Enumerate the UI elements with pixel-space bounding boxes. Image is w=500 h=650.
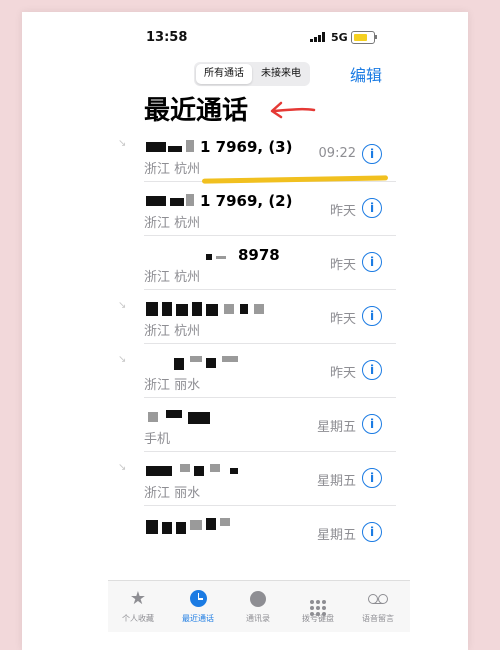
caller-location: 浙江 杭州 <box>144 216 201 231</box>
info-icon[interactable]: i <box>362 360 382 380</box>
tab-label: 最近通话 <box>182 614 214 623</box>
info-icon[interactable]: i <box>362 306 382 326</box>
page-title: 最近通话 <box>144 96 249 126</box>
tab-bar: ★ 个人收藏 最近通话 通讯录 拨号键盘 语音留言 <box>108 580 410 632</box>
status-time: 13:58 <box>146 30 188 45</box>
caller-name: 1 7969, (3) <box>200 138 293 156</box>
phone-screen: 13:58 5G 所有通话 未接来电 编辑 最近通话 ↘ 1 7969, (3)… <box>108 22 410 632</box>
caller-location: 浙江 杭州 <box>144 162 201 177</box>
outgoing-call-icon: ↘ <box>118 138 127 149</box>
call-row[interactable]: ↘ 浙江 杭州 昨天 i <box>108 290 410 344</box>
tab-label: 拨号键盘 <box>302 614 334 623</box>
call-row[interactable]: 手机 星期五 i <box>108 398 410 452</box>
segment-all-calls[interactable]: 所有通话 <box>196 64 252 84</box>
tab-label: 通讯录 <box>246 614 270 623</box>
info-icon[interactable]: i <box>362 252 382 272</box>
edit-button[interactable]: 编辑 <box>350 62 382 86</box>
call-filter-segmented: 所有通话 未接来电 <box>194 62 310 86</box>
call-time: 星期五 <box>316 528 356 543</box>
call-time: 昨天 <box>329 258 356 273</box>
clock-icon <box>189 590 207 607</box>
signal-icon <box>310 32 326 42</box>
outgoing-call-icon: ↘ <box>118 300 127 311</box>
call-time: 09:22 <box>318 146 356 161</box>
tab-label: 语音留言 <box>362 614 394 623</box>
call-row[interactable]: 8978 浙江 杭州 昨天 i <box>108 236 410 290</box>
call-row[interactable]: 星期五 i <box>108 506 410 560</box>
info-icon[interactable]: i <box>362 144 382 164</box>
person-icon <box>250 591 266 607</box>
caller-location: 浙江 丽水 <box>144 486 201 501</box>
caller-name: 1 7969, (2) <box>200 192 293 210</box>
tab-favorites[interactable]: ★ 个人收藏 <box>108 581 168 632</box>
annotation-arrow-icon <box>270 101 316 119</box>
caller-name: 8978 <box>238 246 280 264</box>
call-row[interactable]: ↘ 浙江 丽水 昨天 i <box>108 344 410 398</box>
star-icon: ★ <box>129 588 147 609</box>
call-time: 星期五 <box>316 474 356 489</box>
call-time: 昨天 <box>329 366 356 381</box>
battery-icon <box>351 31 375 44</box>
outgoing-call-icon: ↘ <box>118 354 127 365</box>
segment-missed-calls[interactable]: 未接来电 <box>254 64 308 84</box>
caller-location: 浙江 杭州 <box>144 324 201 339</box>
tab-keypad[interactable]: 拨号键盘 <box>288 581 348 632</box>
outgoing-call-icon: ↘ <box>118 462 127 473</box>
call-time: 昨天 <box>329 312 356 327</box>
caller-location: 浙江 丽水 <box>144 378 201 393</box>
call-row[interactable]: 1 7969, (2) 浙江 杭州 昨天 i <box>108 182 410 236</box>
tab-label: 个人收藏 <box>122 614 154 623</box>
tab-contacts[interactable]: 通讯录 <box>228 581 288 632</box>
caller-location: 手机 <box>144 432 171 447</box>
call-time: 昨天 <box>329 204 356 219</box>
tab-voicemail[interactable]: 语音留言 <box>348 581 408 632</box>
info-icon[interactable]: i <box>362 198 382 218</box>
call-row[interactable]: ↘ 1 7969, (3) 浙江 杭州 09:22 i <box>108 128 410 182</box>
caller-location: 浙江 杭州 <box>144 270 201 285</box>
call-row[interactable]: ↘ 浙江 丽水 星期五 i <box>108 452 410 506</box>
network-label: 5G <box>331 31 348 44</box>
call-time: 星期五 <box>316 420 356 435</box>
info-icon[interactable]: i <box>362 522 382 542</box>
voicemail-icon <box>368 594 388 604</box>
info-icon[interactable]: i <box>362 468 382 488</box>
status-bar: 13:58 5G <box>108 22 410 52</box>
tab-recents[interactable]: 最近通话 <box>168 581 228 632</box>
info-icon[interactable]: i <box>362 414 382 434</box>
